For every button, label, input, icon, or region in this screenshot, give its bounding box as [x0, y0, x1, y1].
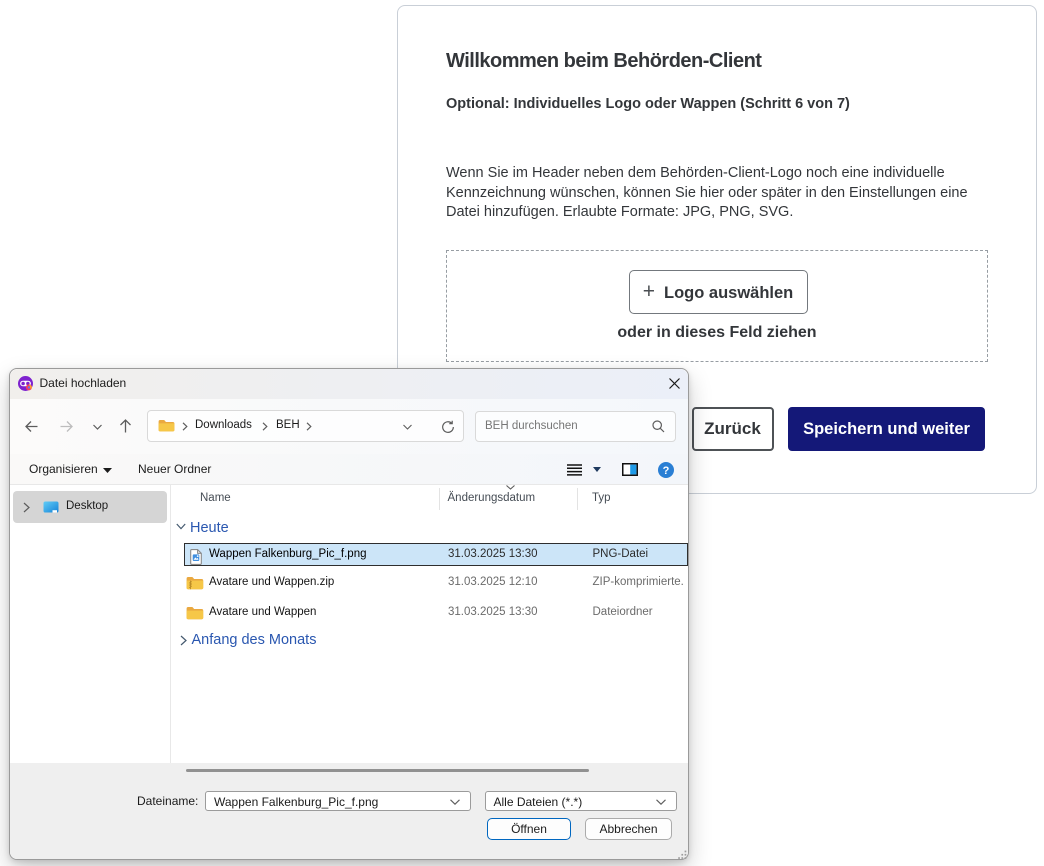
svg-text:?: ? — [663, 464, 670, 476]
